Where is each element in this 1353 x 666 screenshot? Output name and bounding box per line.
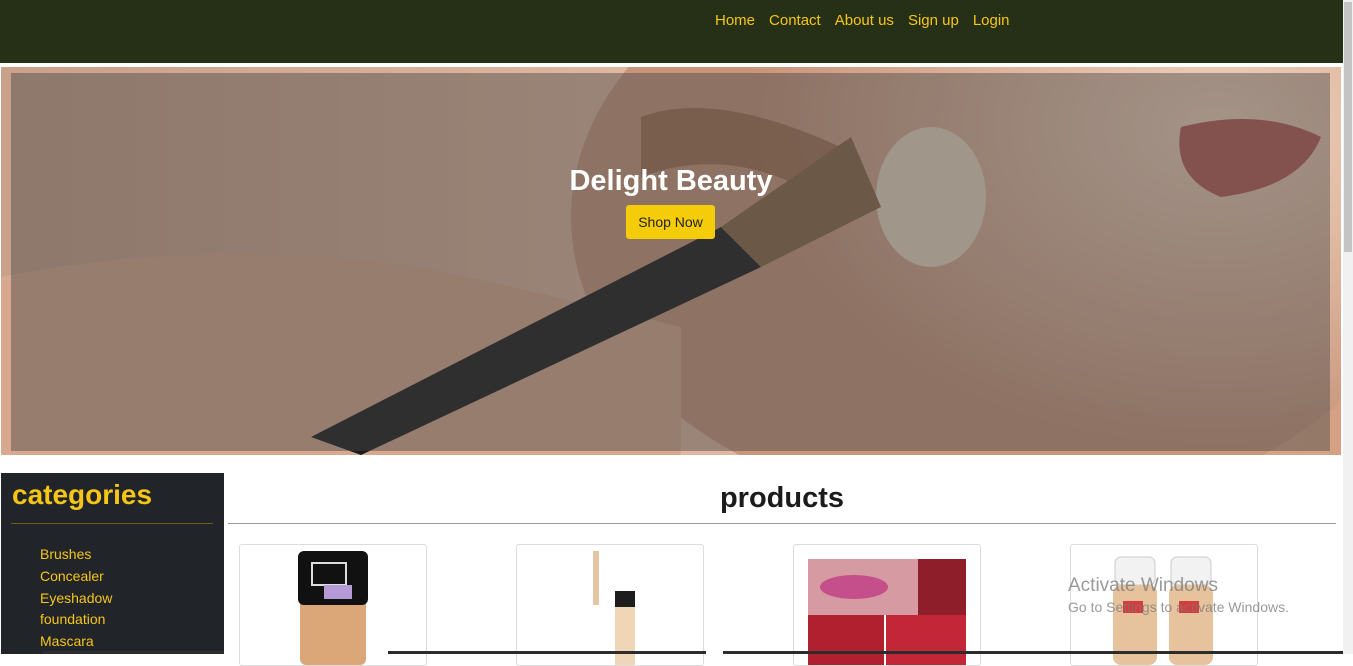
nav-signup-link[interactable]: Sign up xyxy=(901,12,966,30)
sidebar-divider xyxy=(11,523,213,524)
watermark-line1: Activate Windows xyxy=(1068,575,1218,596)
page-scrollbar[interactable] xyxy=(1343,0,1353,654)
eyeshadow-palette-image xyxy=(808,559,966,665)
foundation-bottle-image xyxy=(298,551,368,665)
category-item-foundation[interactable]: foundation xyxy=(40,609,112,631)
shop-now-button[interactable]: Shop Now xyxy=(626,205,715,239)
nav-login-link[interactable]: Login xyxy=(966,12,1017,30)
top-navbar: Home Contact About us Sign up Login xyxy=(0,0,1343,63)
concealer-wand-image xyxy=(593,551,635,665)
category-item-brushes[interactable]: Brushes xyxy=(40,544,112,566)
hero-title: Delight Beauty xyxy=(569,165,773,197)
category-list: Brushes Concealer Eyeshadow foundation M… xyxy=(40,544,112,653)
categories-sidebar: categories Brushes Concealer Eyeshadow f… xyxy=(1,473,224,654)
nav-home-link[interactable]: Home xyxy=(708,12,762,30)
category-item-eyeshadow[interactable]: Eyeshadow xyxy=(40,588,112,610)
category-item-mascara[interactable]: Mascara xyxy=(40,631,112,653)
nav-contact-link[interactable]: Contact xyxy=(762,12,828,30)
hero-overlay xyxy=(11,73,1330,451)
products-divider xyxy=(228,523,1336,524)
main-nav: Home Contact About us Sign up Login xyxy=(708,12,1017,30)
category-item-concealer[interactable]: Concealer xyxy=(40,566,112,588)
product-card[interactable] xyxy=(239,544,427,666)
watermark-line2: Go to Settings to activate Windows. xyxy=(1068,599,1289,615)
product-card[interactable] xyxy=(793,544,981,666)
nav-about-link[interactable]: About us xyxy=(828,12,901,30)
scrollbar-thumb[interactable] xyxy=(1344,2,1352,252)
windows-activation-watermark: Activate Windows Go to Settings to activ… xyxy=(1068,575,1289,615)
hero-banner: Delight Beauty Shop Now xyxy=(1,67,1341,455)
product-card[interactable] xyxy=(516,544,704,666)
sidebar-title: categories xyxy=(12,479,153,510)
products-heading: products xyxy=(719,482,845,514)
